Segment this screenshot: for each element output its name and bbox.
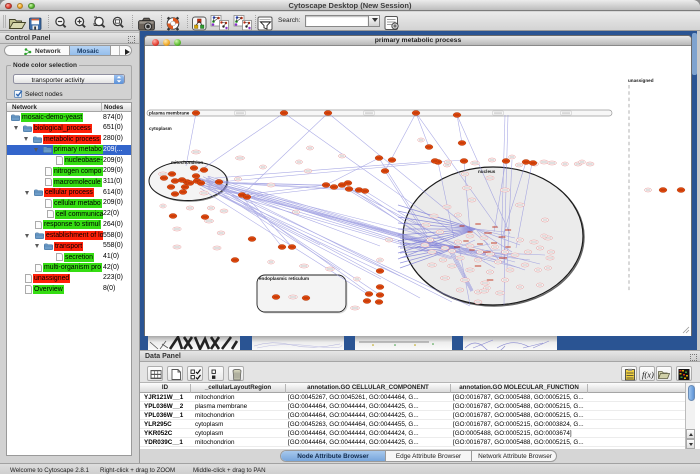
svg-text:plasma membrane: plasma membrane — [149, 111, 190, 116]
svg-text:endoplasmic reticulum: endoplasmic reticulum — [259, 276, 309, 281]
svg-text:mitochondrion: mitochondrion — [171, 160, 203, 165]
svg-text:unassigned: unassigned — [628, 78, 654, 83]
svg-text:f(x): f(x) — [642, 369, 654, 379]
svg-text:nucleus: nucleus — [478, 169, 496, 174]
svg-text:cytoplasm: cytoplasm — [149, 126, 172, 131]
